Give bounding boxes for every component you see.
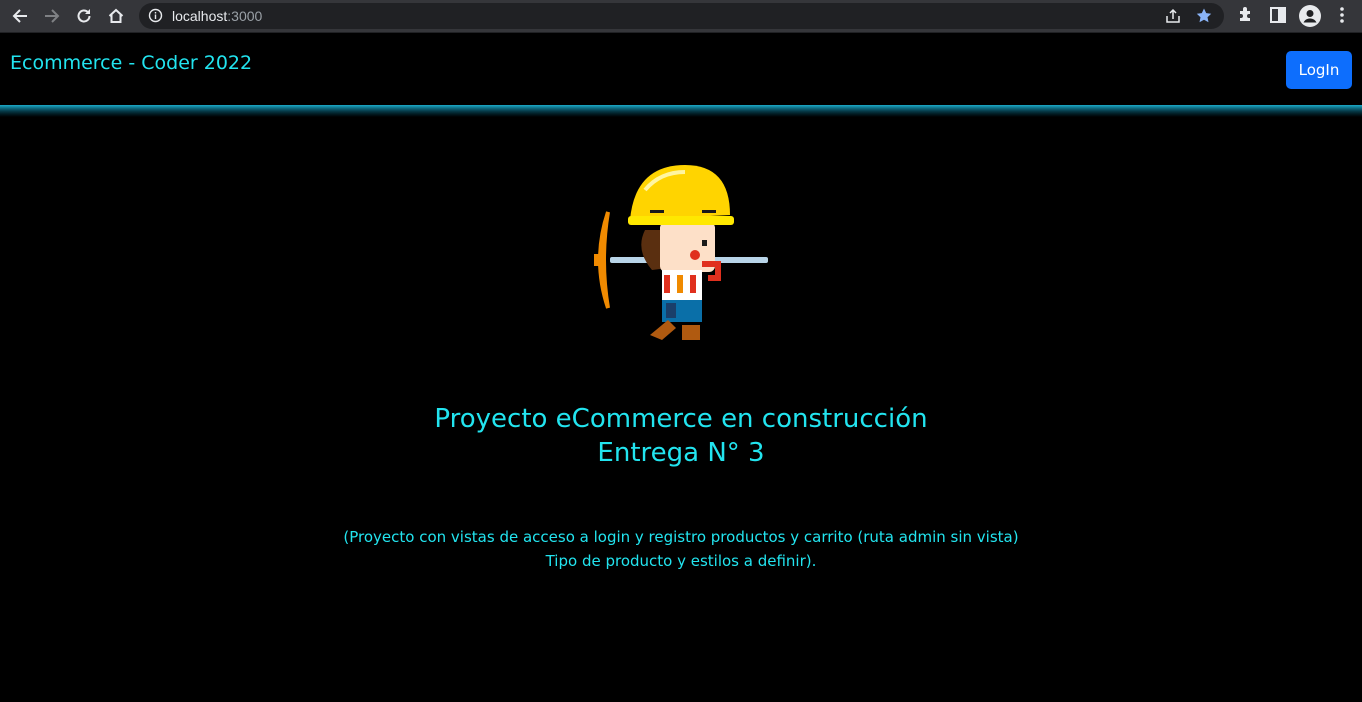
description-line-1: (Proyecto con vistas de acceso a login y… [343,528,1019,546]
side-panel-icon[interactable] [1268,5,1288,25]
login-button[interactable]: LogIn [1286,51,1352,89]
site-navbar: Ecommerce - Coder 2022 LogIn [0,33,1362,106]
extensions-icon[interactable] [1236,5,1256,25]
description-line-2: Tipo de producto y estilos a definir). [545,552,817,570]
page-description: (Proyecto con vistas de acceso a login y… [0,525,1362,573]
profile-icon[interactable] [1299,5,1321,27]
url-port: :3000 [227,8,263,24]
home-icon[interactable] [104,4,128,28]
brand-link[interactable]: Ecommerce - Coder 2022 [10,51,252,75]
back-icon[interactable] [8,4,32,28]
info-icon[interactable] [148,8,163,23]
page-title: Proyecto eCommerce en construcción Entre… [0,402,1362,470]
title-line-2: Entrega N° 3 [597,438,765,468]
header-divider [0,105,1362,117]
url-host: localhost [172,8,228,24]
address-bar[interactable]: localhost:3000 [139,3,1224,29]
title-line-1: Proyecto eCommerce en construcción [434,404,928,434]
browser-toolbar: localhost:3000 [0,0,1362,33]
share-icon[interactable] [1164,7,1182,25]
reload-icon[interactable] [72,4,96,28]
construction-worker-illustration [590,160,775,350]
star-icon[interactable] [1195,7,1213,25]
menu-icon[interactable] [1334,5,1350,25]
forward-icon[interactable] [40,4,64,28]
url-text: localhost:3000 [172,7,262,25]
